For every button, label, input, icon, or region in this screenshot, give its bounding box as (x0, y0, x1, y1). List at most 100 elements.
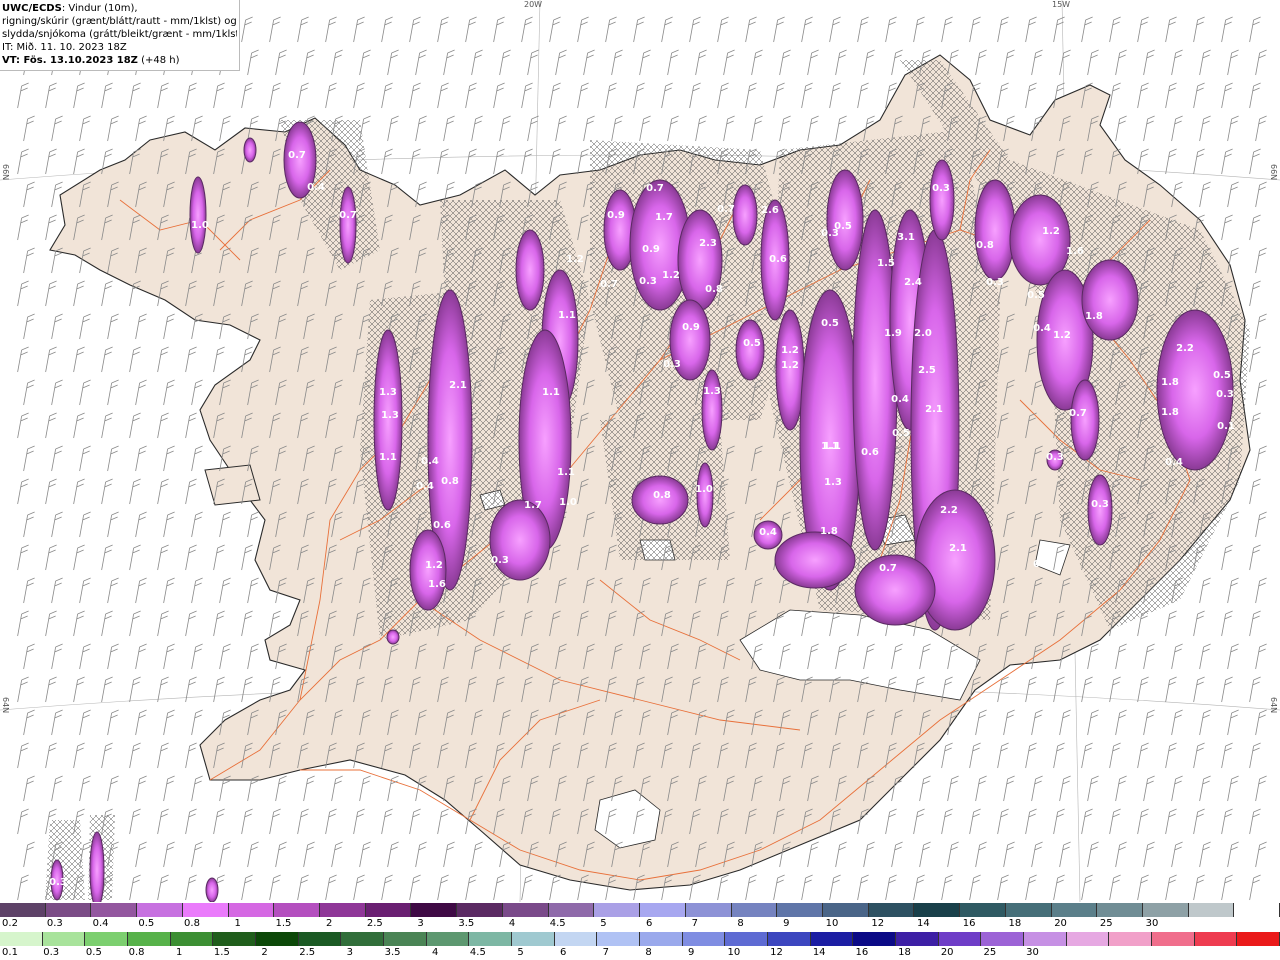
wind-barb (241, 808, 253, 835)
colorbar-segment (914, 903, 961, 917)
wind-barb (79, 511, 91, 538)
wind-barb (1143, 709, 1155, 736)
wind-barb (185, 610, 197, 637)
colorbar-label: 0.5 (85, 947, 102, 958)
wind-barb (1199, 643, 1211, 670)
wind-barb (1249, 808, 1261, 835)
wind-barb (381, 148, 393, 175)
wind-barb (185, 808, 197, 835)
wind-barb (1255, 115, 1267, 142)
wind-barb (191, 709, 203, 736)
wind-barb (1249, 478, 1261, 505)
precip-value: 0.7 (646, 183, 664, 194)
wind-barb (1227, 181, 1239, 208)
wind-barb (45, 214, 57, 241)
colorbar-segment (228, 903, 275, 917)
wind-barb (163, 379, 175, 406)
wind-barb (661, 16, 673, 43)
wind-barb (381, 808, 393, 835)
wind-barb (1199, 577, 1211, 604)
coord-20w: 20W (524, 0, 543, 9)
wind-barb (73, 148, 85, 175)
precip-value: 0.8 (705, 284, 723, 295)
wind-barb (191, 841, 203, 868)
wind-barb (605, 16, 617, 43)
colorbar-label: 0.2 (2, 918, 18, 929)
wind-barb (381, 82, 393, 109)
wind-barb (1165, 610, 1177, 637)
wind-barb (415, 115, 427, 142)
wind-barb (51, 115, 63, 142)
colorbar-segment (1142, 903, 1189, 917)
wind-barb (1249, 280, 1261, 307)
wind-barb (493, 82, 505, 109)
wind-barb (23, 709, 35, 736)
wind-barb (1227, 115, 1239, 142)
precip-value: 1.2 (425, 560, 443, 571)
wind-barb (1137, 874, 1149, 901)
precip-value: 0.3 (1216, 389, 1234, 400)
precip-value: 0.7 (1069, 408, 1087, 419)
wind-barb (1249, 412, 1261, 439)
wind-barb (135, 313, 147, 340)
wind-barb (163, 577, 175, 604)
wind-barb (773, 82, 785, 109)
wind-barb (241, 610, 253, 637)
colorbar-segment (1152, 932, 1195, 946)
wind-barb (129, 82, 141, 109)
wind-barb (409, 874, 421, 901)
wind-barb (331, 841, 343, 868)
wind-barb (191, 511, 203, 538)
precip-value: 1.8 (1161, 407, 1179, 418)
wind-barb (157, 412, 169, 439)
precip-value: 0.8 (976, 240, 994, 251)
wind-barb (135, 511, 147, 538)
wind-barb (163, 775, 175, 802)
wind-barb (1171, 49, 1183, 76)
precip-value: 3.1 (897, 232, 915, 243)
wind-barb (947, 775, 959, 802)
wind-barb (611, 115, 623, 142)
wind-barb (1255, 181, 1267, 208)
wind-barb (387, 841, 399, 868)
wind-barb (185, 82, 197, 109)
wind-barb (549, 16, 561, 43)
colorbar-label: 1 (176, 947, 183, 958)
wind-barb (1255, 511, 1267, 538)
wind-barb (23, 181, 35, 208)
wind-barb (79, 115, 91, 142)
wind-barb (23, 643, 35, 670)
wind-barb (1025, 82, 1037, 109)
wind-barb (17, 478, 29, 505)
colorbar-label: 18 (1008, 918, 1022, 929)
precip-value: 0.9 (642, 244, 660, 255)
wind-barb (1249, 676, 1261, 703)
wind-barb (157, 808, 169, 835)
wind-barb (1227, 49, 1239, 76)
precip-value: 1.2 (781, 345, 799, 356)
wind-barb (269, 16, 281, 43)
wind-barb (1171, 841, 1183, 868)
precip-value: 1.2 (566, 254, 584, 265)
wind-barb (1249, 544, 1261, 571)
wind-barb (807, 841, 819, 868)
wind-barb (465, 16, 477, 43)
precip-value: 1.0 (559, 497, 577, 508)
wind-barb (1255, 841, 1267, 868)
precip-value: 0.5 (821, 318, 839, 329)
wind-barb (79, 643, 91, 670)
valid-time-line: VT: Fös. 13.10.2023 18Z (+48 h) (2, 54, 237, 67)
colorbar-segment (682, 932, 726, 946)
wind-barb (549, 82, 561, 109)
wind-barb (1221, 544, 1233, 571)
wind-barb (1143, 49, 1155, 76)
wind-barb (717, 16, 729, 43)
wind-barb (493, 874, 505, 901)
precip-value: 1.6 (1066, 246, 1084, 257)
wind-barb (919, 775, 931, 802)
wind-barb (101, 478, 113, 505)
colorbar-segment (137, 903, 183, 917)
colorbar-label: 4 (432, 947, 439, 958)
colorbar-label: 5 (517, 947, 524, 958)
wind-barb (107, 709, 119, 736)
